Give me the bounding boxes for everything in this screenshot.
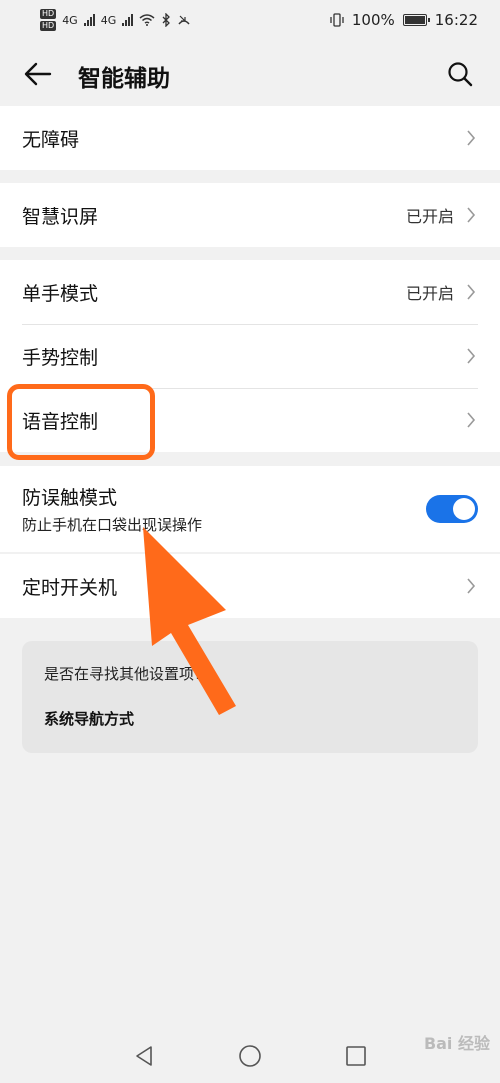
battery-icon [402,14,430,26]
chevron-right-icon [464,411,478,429]
search-button[interactable] [442,56,478,92]
signal-icon-2 [122,14,134,26]
row-label: 防误触模式 [22,487,118,509]
row-accessibility[interactable]: 无障碍 [0,106,500,170]
row-label: 手势控制 [22,346,99,369]
row-gesture-control[interactable]: 手势控制 [0,324,500,388]
nav-home-button[interactable] [236,1042,264,1070]
row-status: 已开启 [405,207,454,226]
battery-percent: 100% [351,11,395,29]
call-forward-icon [178,15,190,25]
row-label: 智慧识屏 [22,205,99,228]
row-texts: 防误触模式 防止手机在口袋出现误操作 [22,483,426,535]
row-subtitle: 防止手机在口袋出现误操作 [22,516,203,534]
chevron-right-icon [464,577,478,595]
page-title: 智能辅助 [78,66,170,92]
triangle-back-icon [136,1046,152,1066]
settings-group-4: 防误触模式 防止手机在口袋出现误操作 [0,466,500,552]
suggestion-question: 是否在寻找其他设置项? [44,665,202,683]
square-recents-icon [346,1046,366,1066]
status-left: HD HD 4G 4G [40,9,191,31]
chevron-right-icon [464,206,478,224]
hd-indicators: HD HD [40,9,57,31]
wifi-icon [139,14,155,26]
chevron-right-icon [464,129,478,147]
back-button[interactable] [20,56,56,92]
nav-back-button[interactable] [130,1042,158,1070]
annotation-highlight-box [7,384,155,460]
circle-home-icon [239,1045,261,1067]
vibrate-icon [330,13,344,27]
signal-icon-1 [83,14,95,26]
settings-group-5: 定时开关机 [0,554,500,618]
suggestion-card: 是否在寻找其他设置项? 系统导航方式 [22,641,478,753]
suggestion-link[interactable]: 系统导航方式 [44,708,456,729]
row-one-hand-mode[interactable]: 单手模式 已开启 [0,260,500,324]
row-label: 无障碍 [22,128,80,151]
chevron-right-icon [464,347,478,365]
hd-tag-bottom: HD [40,21,57,31]
row-status: 已开启 [405,284,454,303]
row-label: 定时开关机 [22,576,118,599]
hd-tag-top: HD [40,9,57,19]
row-scheduled-power[interactable]: 定时开关机 [0,554,500,618]
app-header: 智能辅助 [0,40,500,106]
network-type-2: 4G [100,13,117,27]
clock: 16:22 [434,11,478,29]
row-smart-screen[interactable]: 智慧识屏 已开启 [0,183,500,247]
row-anti-mistouch[interactable]: 防误触模式 防止手机在口袋出现误操作 [0,466,500,552]
toggle-knob [453,498,475,520]
network-type-1: 4G [62,13,78,27]
anti-mistouch-toggle[interactable] [426,495,478,523]
settings-group-1: 无障碍 [0,106,500,170]
status-right: 100% 16:22 [330,11,478,29]
row-label: 单手模式 [22,282,99,305]
bluetooth-icon [162,13,171,27]
status-bar: HD HD 4G 4G 100% 16:22 [0,0,500,40]
nav-recents-button[interactable] [342,1042,370,1070]
search-icon [448,62,473,87]
watermark: Bai 经验 [423,1034,490,1053]
chevron-right-icon [464,283,478,301]
settings-group-2: 智慧识屏 已开启 [0,183,500,247]
back-arrow-icon [24,62,52,86]
